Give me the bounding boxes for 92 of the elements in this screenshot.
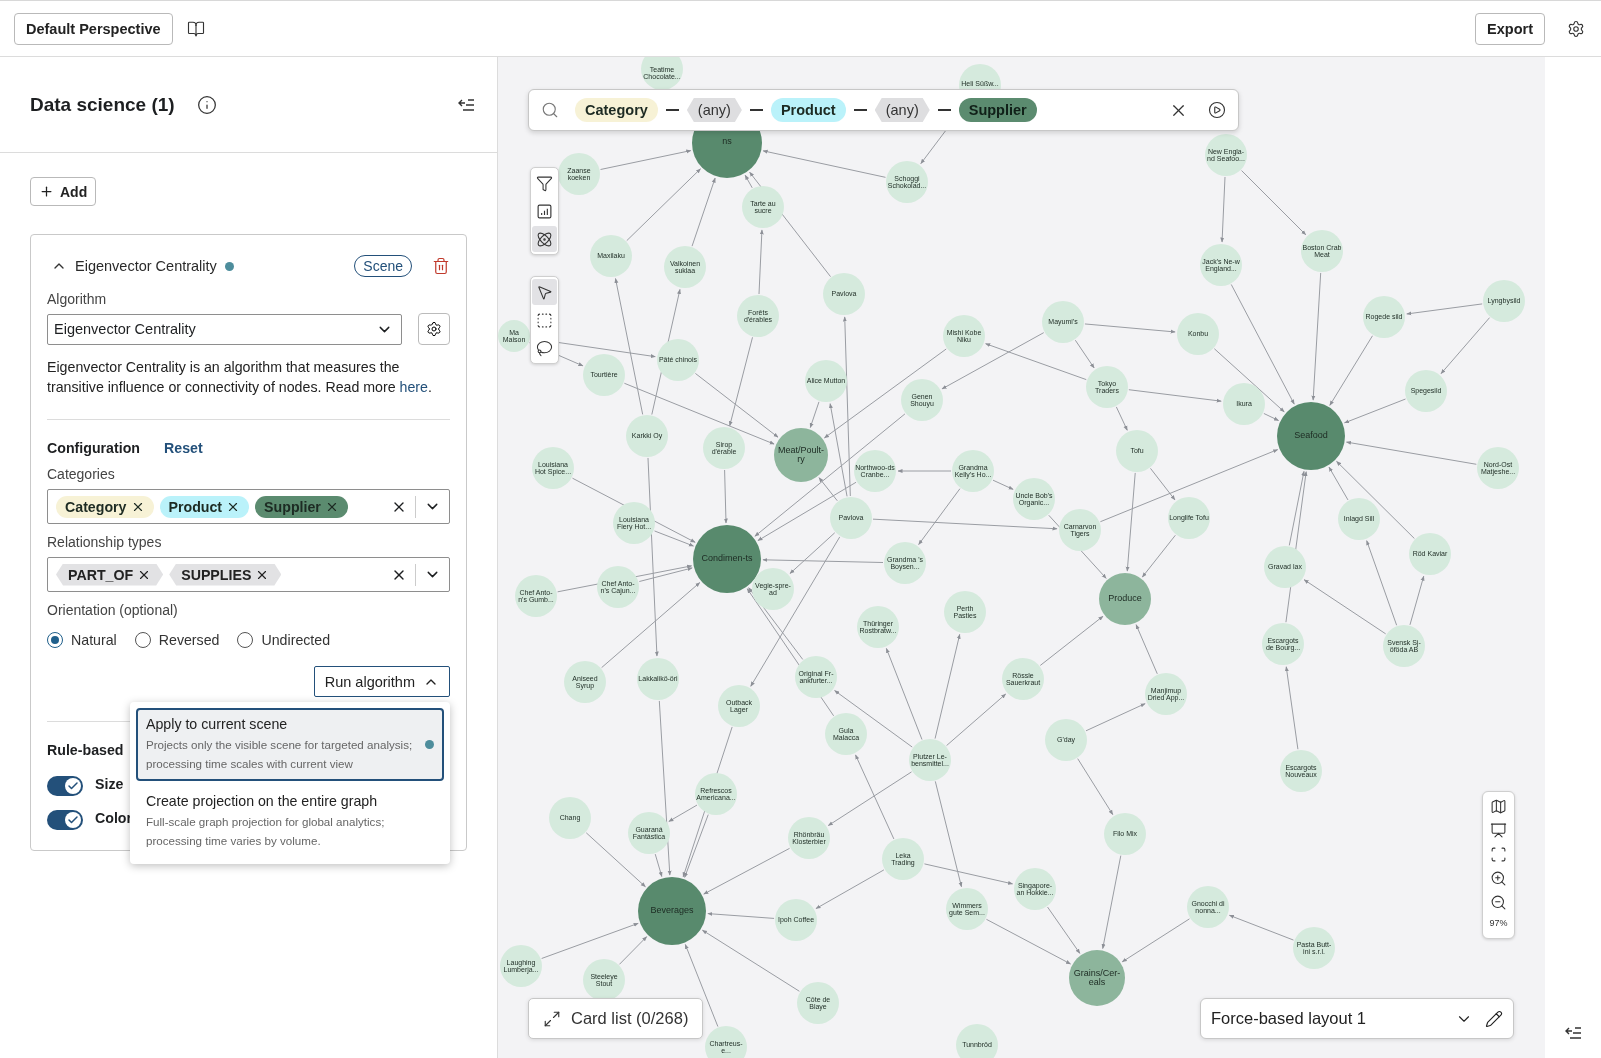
menu-item-description: Full-scale graph projection for global analytics; processing time varies by volume. bbox=[146, 814, 386, 849]
edge-arrow bbox=[815, 869, 885, 910]
graph-node[interactable]: Grains/Cer-eals bbox=[1069, 950, 1125, 1006]
edge-arrow bbox=[1409, 575, 1425, 626]
graph-node[interactable]: Beverages bbox=[638, 877, 706, 945]
run-menu-item[interactable]: Apply to current scene Projects only the visible scene for targeted analysis; processing time scales with current view bbox=[136, 708, 444, 781]
edge-arrow bbox=[1241, 170, 1307, 236]
settings-icon[interactable] bbox=[1567, 19, 1585, 38]
read-more-link[interactable]: here bbox=[399, 379, 428, 395]
relationship-type-chip[interactable]: SUPPLIES bbox=[169, 563, 282, 586]
orientation-radio[interactable]: Reversed bbox=[134, 632, 220, 648]
delete-icon[interactable] bbox=[432, 257, 450, 275]
orientation-label: Orientation (optional) bbox=[47, 602, 179, 618]
menu-item-title: Create projection on the entire graph bbox=[146, 793, 379, 809]
presentation-icon[interactable] bbox=[1490, 822, 1507, 839]
algorithm-settings-button[interactable] bbox=[418, 313, 450, 345]
export-button[interactable]: Export bbox=[1475, 12, 1545, 45]
algorithm-name: Eigenvector Centrality bbox=[75, 258, 217, 274]
menu-item-title: Apply to current scene bbox=[146, 716, 289, 732]
relationship-label: Relationship types bbox=[47, 534, 163, 550]
search-icon bbox=[541, 101, 559, 119]
rules-title: Rule-based bbox=[47, 742, 124, 758]
reset-link[interactable]: Reset bbox=[164, 440, 203, 456]
query-node-chip[interactable]: Category bbox=[575, 98, 658, 122]
atom-icon bbox=[536, 230, 553, 248]
card-list-button[interactable]: Card list (0/268) bbox=[528, 998, 704, 1039]
rule-label: Color bbox=[95, 810, 133, 826]
zoom-out-icon[interactable] bbox=[1490, 894, 1507, 911]
add-button[interactable]: Add bbox=[30, 177, 97, 206]
menu-item-description: Projects only the visible scene for targeted analysis; processing time scales with current view bbox=[146, 737, 414, 772]
graph-node[interactable]: Seafood bbox=[1277, 402, 1345, 470]
edge-arrow bbox=[723, 469, 728, 524]
edit-icon[interactable] bbox=[1485, 1009, 1503, 1028]
rule-label: Size bbox=[95, 776, 124, 792]
node-label-chip[interactable]: Supplier bbox=[255, 495, 348, 518]
edge-arrow bbox=[1077, 758, 1114, 815]
plus-icon bbox=[39, 184, 54, 199]
edge-arrow bbox=[1085, 703, 1146, 732]
query-relationship-chip[interactable]: (any) bbox=[686, 98, 742, 122]
collapse-panel-icon[interactable] bbox=[457, 97, 475, 112]
query-relationship-chip[interactable]: (any) bbox=[874, 98, 930, 122]
zoom-level: 97% bbox=[1489, 918, 1508, 928]
check-icon bbox=[67, 814, 79, 826]
collapse-panel-icon[interactable] bbox=[1564, 1026, 1582, 1040]
expand-icon bbox=[543, 1009, 561, 1028]
selected-dot bbox=[425, 740, 434, 749]
analysis-tool-button[interactable] bbox=[532, 226, 557, 252]
book-icon[interactable] bbox=[186, 19, 205, 38]
lasso-icon bbox=[536, 339, 553, 357]
orientation-radio[interactable]: Undirected bbox=[237, 632, 331, 648]
categories-field[interactable]: Category Product Supplier bbox=[47, 489, 450, 524]
pointer-icon bbox=[536, 283, 553, 301]
edge-arrow bbox=[1115, 406, 1128, 431]
edge-arrow bbox=[1039, 615, 1104, 666]
orientation-radio[interactable]: Natural bbox=[47, 632, 117, 648]
graph-node[interactable]: Produce bbox=[1099, 573, 1151, 625]
configuration-title: Configuration bbox=[47, 440, 140, 456]
rule-toggle[interactable] bbox=[47, 810, 83, 830]
panel-title: Data science (1) bbox=[30, 93, 175, 116]
run-algorithm-button[interactable]: Run algorithm bbox=[313, 666, 450, 697]
perspective-button[interactable]: Default Perspective bbox=[14, 12, 173, 45]
filter-icon bbox=[536, 174, 553, 192]
edge-arrow bbox=[1228, 914, 1294, 941]
edge-arrow bbox=[1141, 534, 1176, 578]
node-label-chip[interactable]: Category bbox=[56, 495, 154, 518]
zoom-in-icon[interactable] bbox=[1490, 870, 1507, 887]
query-node-chip[interactable]: Supplier bbox=[958, 98, 1037, 122]
node-label-chip[interactable]: Product bbox=[159, 495, 250, 518]
bar-chart-icon bbox=[536, 202, 553, 220]
relationship-type-chip[interactable]: PART_OF bbox=[56, 563, 164, 586]
query-node-chip[interactable]: Product bbox=[770, 98, 846, 122]
algorithm-description: Eigenvector Centrality is an algorithm that measures the transitive influence or connectivity of nodes. Read more here. bbox=[47, 358, 433, 397]
relationship-field[interactable]: PART_OF SUPPLIES bbox=[47, 557, 450, 592]
rule-toggle[interactable] bbox=[47, 776, 83, 796]
edge-arrow bbox=[1220, 176, 1226, 243]
settings-icon bbox=[426, 321, 442, 337]
fit-screen-icon[interactable] bbox=[1490, 846, 1507, 863]
box-select-icon bbox=[536, 311, 553, 329]
layout-select[interactable]: Force-based layout 1 bbox=[1200, 998, 1514, 1039]
graph-node[interactable]: Meat/Poult-ry bbox=[774, 428, 828, 482]
edge-arrow bbox=[1135, 624, 1158, 675]
categories-label: Categories bbox=[47, 466, 116, 482]
search-bar[interactable]: Category (any) Product (any) Supplier bbox=[528, 89, 1239, 131]
check-icon bbox=[67, 780, 79, 792]
algorithm-select[interactable]: Eigenvector Centrality bbox=[47, 313, 402, 345]
play-icon[interactable] bbox=[1208, 101, 1226, 119]
edge-arrow bbox=[992, 479, 1014, 490]
selection-tool-button[interactable] bbox=[532, 279, 557, 305]
info-icon[interactable] bbox=[196, 94, 217, 115]
edge-arrow bbox=[707, 911, 775, 919]
map-icon[interactable] bbox=[1490, 798, 1507, 815]
algorithm-label: Algorithm bbox=[47, 291, 108, 307]
